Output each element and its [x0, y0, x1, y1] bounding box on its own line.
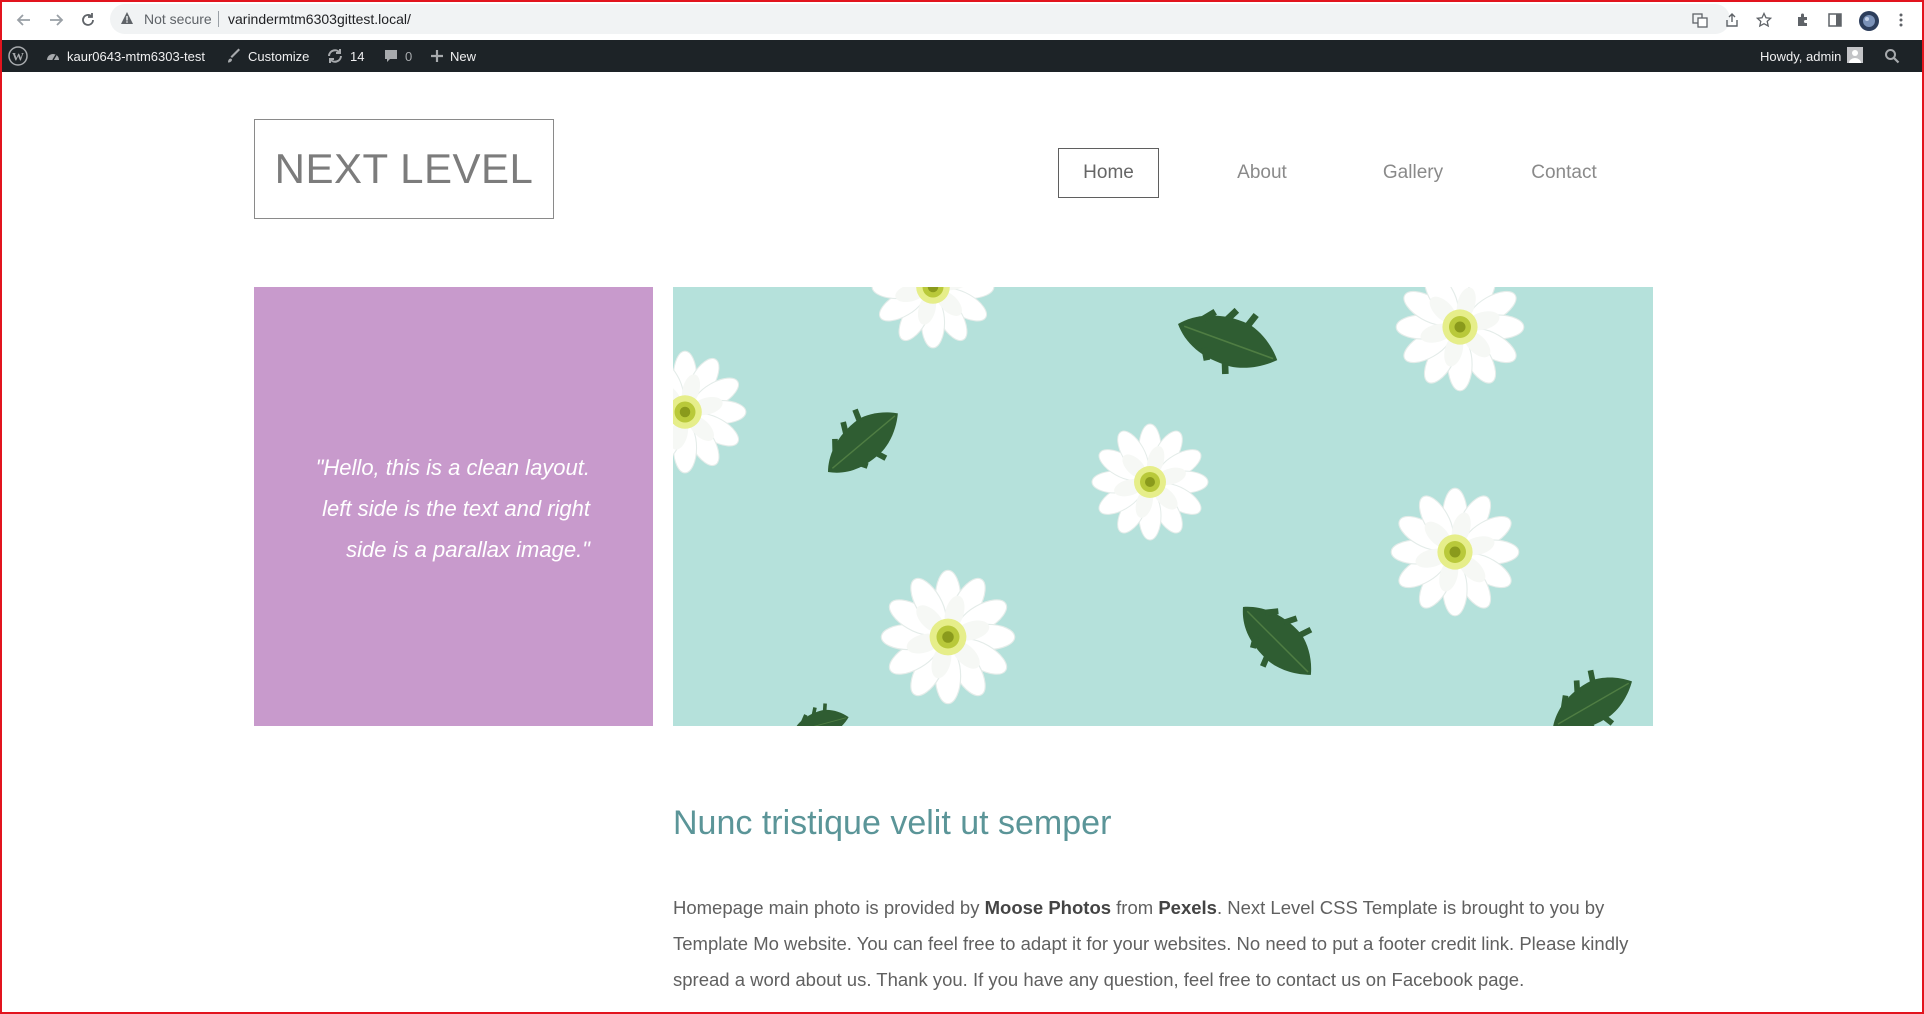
- hero-quote: "Hello, this is a clean layout. left sid…: [254, 447, 590, 570]
- reload-icon[interactable]: [76, 8, 100, 32]
- back-icon[interactable]: [12, 8, 36, 32]
- translate-icon[interactable]: [1691, 11, 1709, 29]
- comment-bubble-icon: [383, 48, 399, 64]
- new-content-link[interactable]: New: [430, 40, 476, 72]
- forward-icon[interactable]: [44, 8, 68, 32]
- side-panel-icon[interactable]: [1826, 11, 1844, 29]
- customize-link[interactable]: Customize: [226, 40, 309, 72]
- greeting-text: Howdy, admin: [1760, 48, 1842, 64]
- security-label[interactable]: Not secure: [144, 11, 212, 27]
- dashboard-gauge-icon: [45, 48, 61, 64]
- nav-contact[interactable]: Contact: [1514, 148, 1614, 198]
- address-bar[interactable]: Not secure varindermtm6303gittest.local/: [110, 4, 1730, 34]
- browser-toolbar: Not secure varindermtm6303gittest.local/: [0, 0, 1924, 41]
- comments-count: 0: [405, 48, 413, 64]
- quote-line: "Hello, this is a clean layout.: [315, 455, 590, 480]
- site-name-link[interactable]: kaur0643-mtm6303-test: [45, 40, 205, 72]
- bookmark-star-icon[interactable]: [1755, 11, 1773, 29]
- site-logo-text: NEXT LEVEL: [274, 145, 534, 192]
- admin-search-icon[interactable]: [1884, 40, 1900, 72]
- hero-image: [673, 287, 1653, 726]
- warning-icon: [120, 11, 134, 30]
- nav-home[interactable]: Home: [1058, 148, 1159, 198]
- paintbrush-icon: [226, 48, 242, 64]
- comments-link[interactable]: 0: [383, 40, 412, 72]
- extensions-icon[interactable]: [1794, 11, 1812, 29]
- para-text: from: [1111, 897, 1159, 918]
- credit-site: Pexels: [1158, 897, 1217, 918]
- customize-label: Customize: [248, 48, 310, 64]
- section-heading: Nunc tristique velit ut semper: [673, 804, 1112, 842]
- wp-admin-bar: W kaur0643-mtm6303-test Customize 14 0 N…: [0, 40, 1924, 72]
- site-logo[interactable]: NEXT LEVEL: [254, 119, 554, 219]
- omnibox-divider: [218, 11, 219, 27]
- nav-about[interactable]: About: [1212, 148, 1312, 198]
- quote-line: side is a parallax image.": [346, 537, 590, 562]
- para-text: Homepage main photo is provided by: [673, 897, 985, 918]
- svg-text:W: W: [12, 50, 24, 64]
- updates-link[interactable]: 14: [326, 40, 364, 72]
- intro-paragraph: Homepage main photo is provided by Moose…: [673, 890, 1683, 998]
- my-account-link[interactable]: Howdy, admin: [1760, 40, 1864, 72]
- wordpress-logo-icon[interactable]: W: [8, 40, 28, 72]
- site-name: kaur0643-mtm6303-test: [67, 48, 206, 64]
- profile-avatar-icon[interactable]: [1858, 10, 1880, 32]
- url-text[interactable]: varindermtm6303gittest.local/: [228, 11, 411, 27]
- new-label: New: [450, 48, 477, 64]
- flowers-illustration: [673, 287, 1653, 726]
- updates-refresh-icon: [326, 48, 344, 64]
- plus-icon: [430, 49, 444, 63]
- menu-kebab-icon[interactable]: [1892, 11, 1910, 29]
- user-avatar-icon: [1847, 46, 1864, 66]
- share-icon[interactable]: [1723, 11, 1741, 29]
- updates-count: 14: [350, 48, 365, 64]
- quote-panel: "Hello, this is a clean layout. left sid…: [254, 287, 653, 726]
- nav-gallery[interactable]: Gallery: [1363, 148, 1463, 198]
- credit-photographer: Moose Photos: [984, 897, 1112, 918]
- quote-line: left side is the text and right: [322, 496, 590, 521]
